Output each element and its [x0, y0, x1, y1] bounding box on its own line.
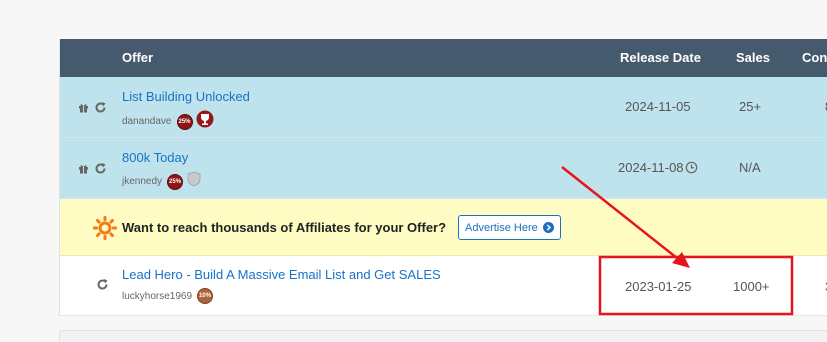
header-sales[interactable]: Sales [736, 39, 770, 77]
release-date: 2023-01-25 [625, 279, 692, 294]
sales-value: 1000+ [733, 279, 770, 294]
offer-title-link[interactable]: Lead Hero - Build A Massive Email List a… [122, 267, 441, 282]
refresh-icon[interactable] [96, 278, 109, 291]
sales-value: 25+ [739, 99, 762, 114]
clock-icon[interactable] [685, 161, 698, 179]
table-row: Lead Hero - Build A Massive Email List a… [60, 256, 827, 316]
advertise-button-label: Advertise Here [465, 221, 538, 234]
commission-badge: 25% [167, 173, 184, 190]
gift-icon[interactable] [78, 163, 89, 174]
sun-icon [93, 216, 117, 245]
row-actions [96, 278, 109, 291]
row-actions [78, 162, 107, 175]
header-release-date[interactable]: Release Date [620, 39, 701, 77]
commission-badge: 10% [197, 288, 214, 304]
offers-table: Offer Release Date Sales Conv List Build… [59, 39, 827, 316]
commission-badge: 25% [176, 113, 193, 130]
refresh-icon[interactable] [94, 101, 107, 114]
offer-meta: jkennedy 25% [122, 171, 202, 192]
vendor-name[interactable]: danandave [122, 116, 172, 127]
trophy-icon [196, 110, 214, 133]
offer-meta: danandave 25% [122, 110, 214, 133]
header-conversion[interactable]: Conv [802, 39, 827, 77]
shield-icon [186, 171, 202, 192]
vendor-name[interactable]: jkennedy [122, 176, 162, 187]
gift-icon[interactable] [78, 102, 89, 113]
advertise-message: Want to reach thousands of Affiliates fo… [122, 220, 447, 235]
next-panel [59, 330, 827, 342]
release-date: 2024-11-05 [625, 99, 691, 114]
refresh-icon[interactable] [94, 162, 107, 175]
offer-title-link[interactable]: 800k Today [122, 150, 188, 165]
table-row: List Building Unlocked danandave 25% 202… [60, 77, 827, 138]
offer-meta: luckyhorse1969 10% [122, 288, 214, 304]
sales-value: N/A [739, 160, 761, 175]
table-row: 800k Today jkennedy 25% 2024-11-08 N/A [60, 138, 827, 199]
offer-title-link[interactable]: List Building Unlocked [122, 89, 250, 104]
advertise-button[interactable]: Advertise Here [458, 215, 561, 240]
header-offer[interactable]: Offer [122, 39, 153, 77]
advertise-banner: Want to reach thousands of Affiliates fo… [60, 199, 827, 256]
table-header: Offer Release Date Sales Conv [60, 39, 827, 77]
row-actions [78, 101, 107, 114]
vendor-name[interactable]: luckyhorse1969 [122, 291, 192, 302]
chevron-right-icon [542, 222, 554, 233]
release-date: 2024-11-08 [618, 160, 684, 175]
